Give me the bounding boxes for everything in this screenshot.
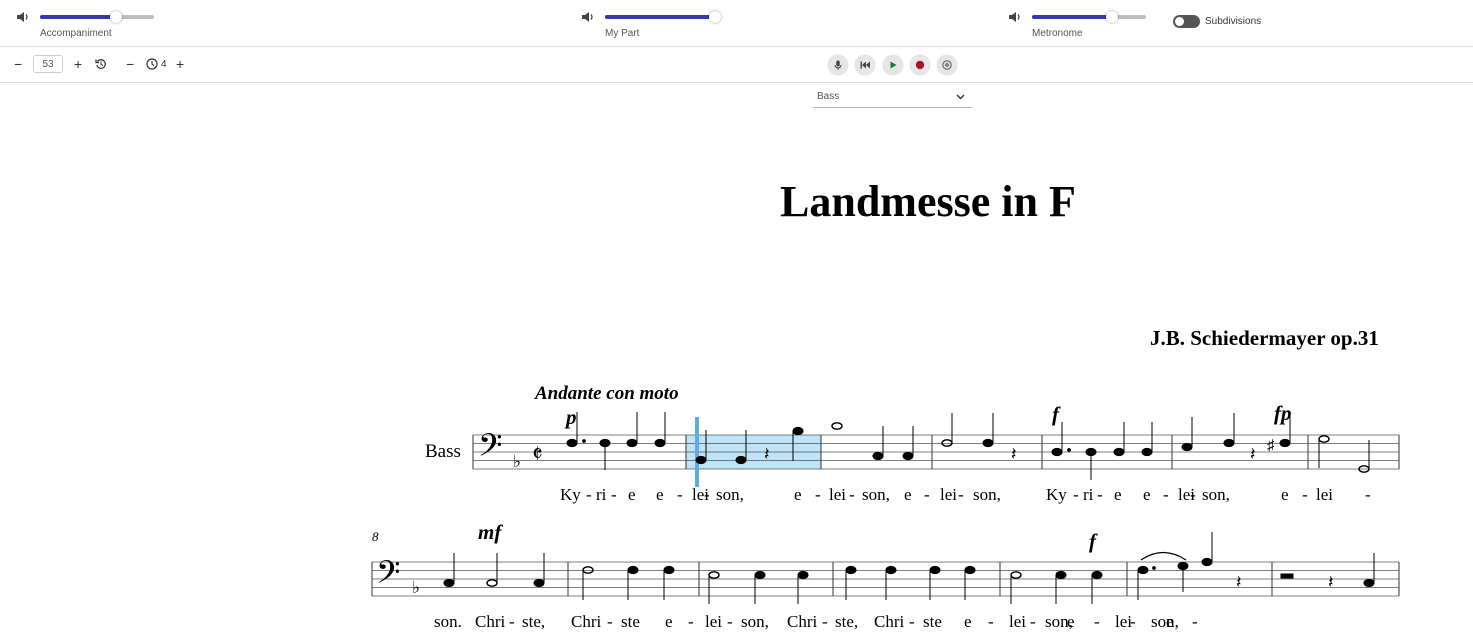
lyric-hyphen: - — [1073, 485, 1079, 504]
sharp-accidental: ♯ — [1267, 438, 1275, 454]
dynamic-p: p — [564, 405, 577, 429]
lyric-syllable: e — [1114, 485, 1122, 504]
lyric-hyphen: - — [1192, 612, 1198, 631]
lyric-hyphen: - — [1163, 485, 1169, 504]
lyric-syllable: son, — [1151, 612, 1179, 631]
lyric-syllable: lei — [1009, 612, 1026, 631]
lyric-hyphen: - — [988, 612, 994, 631]
key-signature-flat: ♭ — [412, 578, 420, 597]
lyric-hyphen: - — [1365, 485, 1371, 504]
lyric-syllable: ste, — [522, 612, 545, 631]
lyric-syllable: Chri — [874, 612, 905, 631]
lyric-syllable: e — [1281, 485, 1289, 504]
lyric-syllable: son, — [1202, 485, 1230, 504]
lyric-syllable: son, — [741, 612, 769, 631]
lyric-syllable: Chri — [571, 612, 602, 631]
lyric-syllable: e — [1067, 612, 1075, 631]
lyric-syllable: lei — [940, 485, 957, 504]
lyric-hyphen: - — [611, 485, 617, 504]
dynamic-mf: mf — [478, 520, 503, 544]
lyric-syllable: Chri — [475, 612, 506, 631]
lyric-syllable: lei — [829, 485, 846, 504]
lyric-hyphen: - — [688, 612, 694, 631]
bass-clef: 𝄢 — [376, 556, 400, 598]
bass-clef: 𝄢 — [478, 429, 502, 471]
lyric-hyphen: - — [815, 485, 821, 504]
quarter-rest: 𝄽 — [1250, 444, 1256, 464]
lyric-syllable: ri — [596, 485, 607, 504]
lyric-hyphen: - — [822, 612, 828, 631]
lyric-syllable: Chri — [787, 612, 818, 631]
lyric-hyphen: - — [1302, 485, 1308, 504]
lyric-syllable: lei — [705, 612, 722, 631]
dynamic-f: f — [1052, 402, 1061, 426]
lyric-syllable: e — [656, 485, 664, 504]
lyric-hyphen: - — [849, 485, 855, 504]
lyric-syllable: e — [794, 485, 802, 504]
lyric-syllable: e — [964, 612, 972, 631]
lyrics-line-2: son. Chri - ste, Chri - ste e - lei - son, Chri - ste,… — [434, 612, 1198, 631]
score-view[interactable]: 𝄢 ♭ 𝄵 𝄢 ♭ Bass Andante con moto 8 p f fp… — [0, 0, 1473, 644]
lyric-hyphen: - — [1130, 612, 1136, 631]
measure-number: 8 — [372, 529, 379, 544]
lyric-syllable: son. — [434, 612, 462, 631]
lyric-syllable: e — [665, 612, 673, 631]
lyric-syllable: ste — [923, 612, 942, 631]
lyric-syllable: e — [1166, 612, 1174, 631]
lyric-syllable: ste — [621, 612, 640, 631]
lyric-hyphen: - — [586, 485, 592, 504]
lyric-hyphen: - — [958, 485, 964, 504]
lyric-syllable: e — [904, 485, 912, 504]
lyric-hyphen: - — [677, 485, 683, 504]
tempo-marking: Andante con moto — [534, 383, 679, 404]
lyric-syllable: ri — [1083, 485, 1094, 504]
lyric-hyphen: - — [607, 612, 613, 631]
lyric-syllable: Ky — [560, 485, 581, 504]
quarter-rest: 𝄽 — [1236, 572, 1242, 592]
lyric-hyphen: - — [1190, 485, 1196, 504]
lyric-syllable: son, — [973, 485, 1001, 504]
dynamic-fp: fp — [1274, 401, 1292, 425]
lyric-hyphen: - — [1097, 485, 1103, 504]
dynamic-f: f — [1089, 529, 1098, 553]
lyric-hyphen: - — [704, 485, 710, 504]
lyric-syllable: e — [628, 485, 636, 504]
lyric-hyphen: - — [727, 612, 733, 631]
lyric-syllable: son, — [716, 485, 744, 504]
lyric-hyphen: - — [509, 612, 515, 631]
time-signature-cut: 𝄵 — [532, 442, 543, 468]
lyric-hyphen: - — [1094, 612, 1100, 631]
quarter-rest: 𝄽 — [1011, 444, 1017, 464]
lyric-syllable: Ky — [1046, 485, 1067, 504]
key-signature-flat: ♭ — [513, 452, 521, 471]
lyric-hyphen: - — [909, 612, 915, 631]
lyric-syllable: son, — [862, 485, 890, 504]
instrument-label: Bass — [425, 441, 461, 462]
notes-system-2 — [443, 532, 1375, 604]
lyric-hyphen: - — [924, 485, 930, 504]
lyrics-line-1: Ky - ri - e e - lei-son, e - lei - son, e - lei - son, Ky -… — [560, 485, 1371, 504]
quarter-rest: 𝄽 — [1328, 572, 1334, 592]
playback-cursor[interactable] — [695, 417, 699, 487]
staff-lines-system-1 — [473, 434, 1399, 470]
lyric-syllable: e — [1143, 485, 1151, 504]
lyric-syllable: ste, — [835, 612, 858, 631]
lyric-hyphen: - — [1030, 612, 1036, 631]
quarter-rest: 𝄽 — [764, 444, 770, 464]
lyric-syllable: lei — [1316, 485, 1333, 504]
